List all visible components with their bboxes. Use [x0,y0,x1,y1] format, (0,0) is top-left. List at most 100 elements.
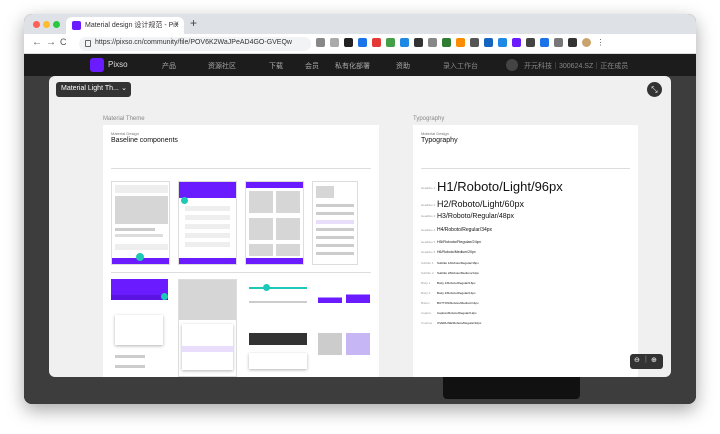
extension-icon[interactable] [414,38,423,47]
puzzle-icon[interactable] [568,38,577,47]
nav-item-community[interactable]: 资源社区 [208,61,236,71]
minimize-window-icon[interactable] [43,21,50,28]
extension-icon[interactable] [470,38,479,47]
share-icon[interactable] [316,38,325,47]
type-tag: Caption [421,311,432,316]
frame-baseline-components[interactable]: Material Design Baseline components [103,125,379,377]
type-row-caption: Caption Caption/Roboto/Regular/12px [421,311,477,315]
type-sample: H2/Roboto/Light/60px [437,199,525,209]
theme-select-value: Material Light Th... [61,85,119,92]
notice-icon [506,59,518,71]
component-card-list-icons [312,181,358,265]
extension-icon[interactable] [386,38,395,47]
notice-text: 开元科技｜300624.SZ｜正在成员 [524,63,629,70]
zoom-out-icon[interactable]: ⊖ [634,356,640,364]
component-card-form [178,181,237,265]
type-sample: OVERLINE/Roboto/Regular/10px [437,321,482,325]
chevron-down-icon: ⌄ [121,85,127,92]
extension-icon[interactable] [372,38,381,47]
extension-icon[interactable] [400,38,409,47]
component-card-list [111,181,170,265]
extension-icon[interactable] [554,38,563,47]
type-row-button: Button BUTTON/Roboto/Medium/14px [421,301,479,305]
maximize-window-icon[interactable] [53,21,60,28]
back-button[interactable]: ← [32,37,42,48]
extension-icon[interactable] [344,38,353,47]
type-tag: Body 2 [421,291,431,296]
nav-item-funding[interactable]: 资助 [396,61,410,71]
tab-close-icon[interactable]: × [174,19,179,28]
browser-tab[interactable]: Material design 设计规范 - Pix × [66,17,184,34]
frame-caption: Material Design [111,131,139,136]
pixso-favicon-icon [72,21,81,30]
extension-icon[interactable] [456,38,465,47]
nav-item-download[interactable]: 下载 [269,61,283,71]
type-tag: Headline 3 [421,214,436,219]
extension-icon[interactable] [526,38,535,47]
extension-icon[interactable] [442,38,451,47]
zoom-in-icon[interactable]: ⊕ [651,356,657,364]
nav-item-private-deploy[interactable]: 私有化部署 [335,61,370,71]
nav-item-membership[interactable]: 会员 [305,61,319,71]
frame-typography[interactable]: Material Design Typography Headline 1 H1/… [413,125,638,377]
browser-toolbar: ← → C https://pixso.cn/community/file/PO… [24,34,696,54]
type-tag: Button [421,301,430,306]
extension-icon[interactable] [540,38,549,47]
extension-icons: ⋮ [316,38,605,47]
star-icon[interactable] [330,38,339,47]
type-sample: Subtitle 1/Roboto/Regular/16px [437,261,479,265]
type-sample: H4/Roboto/Regular/34px [437,227,493,233]
divider [111,272,371,273]
app-header: Pixso 产品 资源社区 下载 会员 私有化部署 资助 录入工作台 开元科技｜… [24,54,696,76]
type-tag: Overline [421,321,433,326]
extension-icon[interactable] [428,38,437,47]
type-tag: Headline 5 [421,239,436,244]
reload-button[interactable]: C [60,37,67,47]
type-row-subtitle1: Subtitle 1 Subtitle 1/Roboto/Regular/16px [421,261,479,265]
theme-select[interactable]: Material Light Th... ⌄ [56,82,131,97]
new-tab-button[interactable]: + [190,16,197,30]
pixso-logo-icon[interactable] [90,58,104,72]
component-card-menu [178,279,237,377]
background-panel [443,377,580,399]
type-sample: H1/Roboto/Light/96px [437,179,563,194]
type-tag: Headline 2 [421,202,436,207]
type-sample: Subtitle 2/Roboto/Medium/14px [437,271,479,275]
browser-window: Material design 设计规范 - Pix × + ← → C htt… [24,14,696,404]
forward-button[interactable]: → [46,37,56,48]
type-sample: H3/Roboto/Regular/48px [437,213,515,220]
frame-caption: Material Design [421,131,449,136]
extension-icon[interactable] [358,38,367,47]
frame-label-material-theme: Material Theme [103,116,145,122]
collapse-icon[interactable]: ⤡ [647,82,662,97]
type-row-subtitle2: Subtitle 2 Subtitle 2/Roboto/Medium/14px [421,271,479,275]
type-row-body2: Body 2 Body 2/Roboto/Regular/14px [421,291,476,295]
frame-label-typography: Typography [413,116,445,122]
type-row-h2: Headline 2 H2/Roboto/Light/60px [421,199,524,209]
extension-icon[interactable] [512,38,521,47]
type-row-h5: Headline 5 H5/Roboto/Regular/24px [421,239,481,244]
page-overlay: Material Light Th... ⌄ ⤡ Material Theme … [24,76,696,404]
address-bar[interactable]: https://pixso.cn/community/file/POV6K2Wa… [79,37,311,51]
zoom-controls: ⊖ | ⊕ [630,354,663,369]
cta-link[interactable]: 录入工作台 [443,61,478,71]
menu-icon[interactable]: ⋮ [596,38,605,47]
tab-title: Material design 设计规范 - Pix [85,22,179,29]
type-tag: Subtitle 1 [421,261,434,266]
close-window-icon[interactable] [33,21,40,28]
type-row-overline: Overline OVERLINE/Roboto/Regular/10px [421,321,481,325]
extension-icon[interactable] [484,38,493,47]
type-sample: H6/Roboto/Medium/20px [437,250,476,254]
nav-item-product[interactable]: 产品 [162,61,176,71]
extension-icon[interactable] [498,38,507,47]
frame-title: Typography [421,137,458,144]
type-sample: H5/Roboto/Regular/24px [437,239,482,244]
type-tag: Headline 1 [421,185,436,190]
divider [421,168,630,169]
type-row-h6: Headline 6 H6/Roboto/Medium/20px [421,250,476,254]
tab-bar: Material design 设计规范 - Pix × + [24,14,696,34]
avatar[interactable] [582,38,591,47]
type-tag: Headline 6 [421,250,436,255]
component-card-dialog [111,279,170,377]
component-card-sliders [245,279,312,377]
